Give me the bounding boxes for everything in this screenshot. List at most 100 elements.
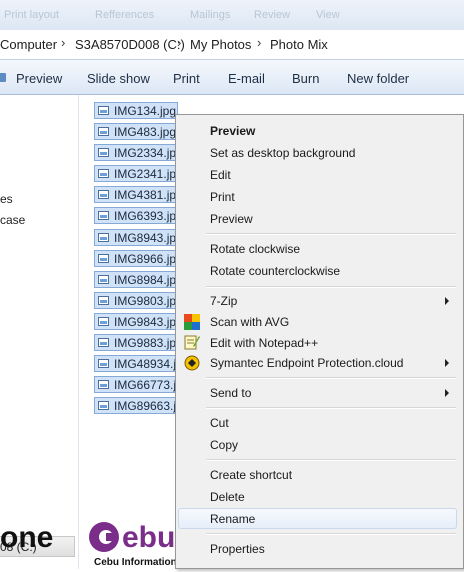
ghost-tab: Print layout	[4, 9, 60, 21]
burn-button[interactable]: Burn	[292, 71, 319, 86]
breadcrumb-drive[interactable]: S3A8570D008 (C:)	[75, 37, 185, 52]
menu-separator	[206, 459, 456, 461]
file-name: IMG8966.jpg	[114, 252, 178, 266]
menu-item-preview-default[interactable]: Preview	[210, 124, 255, 138]
file-item[interactable]: IMG8984.jpg	[94, 271, 178, 288]
file-item[interactable]: IMG2334.jpg	[94, 144, 178, 161]
menu-item-rename[interactable]: Rename	[210, 512, 255, 526]
menu-item-create-shortcut[interactable]: Create shortcut	[210, 468, 292, 482]
file-name: IMG8943.jpg	[114, 231, 178, 245]
preview-button[interactable]: Preview	[16, 71, 62, 86]
image-file-icon	[98, 190, 109, 199]
ghost-tab: Mailings	[190, 9, 231, 21]
menu-item-delete[interactable]: Delete	[210, 490, 245, 504]
avg-icon	[184, 314, 200, 330]
address-bar[interactable]: Computer › S3A8570D008 (C:) › My Photos …	[0, 30, 464, 60]
file-name: IMG6393.jpg	[114, 209, 178, 223]
file-item[interactable]: IMG9883.jpg	[94, 334, 178, 351]
menu-item-symantec-endpoint-protection[interactable]: Symantec Endpoint Protection.cloud	[210, 356, 403, 370]
menu-item-preview[interactable]: Preview	[210, 212, 253, 226]
file-item[interactable]: IMG2341.jpg	[94, 165, 178, 182]
file-item[interactable]: IMG9843.jpg	[94, 313, 178, 330]
menu-item-print[interactable]: Print	[210, 190, 235, 204]
file-name: IMG48934.jpg	[114, 357, 177, 371]
menu-item-7zip[interactable]: 7-Zip	[210, 294, 237, 308]
file-name: IMG134.jpg	[114, 104, 177, 118]
menu-separator	[206, 533, 456, 535]
menu-item-edit-with-notepad-plus-plus[interactable]: Edit with Notepad++	[210, 336, 318, 350]
navigation-pane[interactable]: es case 08 (C:)	[0, 95, 79, 569]
menu-item-copy[interactable]: Copy	[210, 438, 238, 452]
email-button[interactable]: E-mail	[228, 71, 265, 86]
menu-item-set-desktop-background[interactable]: Set as desktop background	[210, 146, 355, 160]
file-item[interactable]: IMG66773.jpg	[94, 376, 178, 393]
image-file-icon	[98, 380, 109, 389]
menu-separator	[206, 407, 456, 409]
file-item[interactable]: IMG8966.jpg	[94, 250, 178, 267]
file-name: IMG9883.jpg	[114, 336, 178, 350]
image-file-icon	[98, 127, 109, 136]
breadcrumb-computer[interactable]: Computer	[0, 37, 57, 52]
breadcrumb-chevron-icon[interactable]: ›	[61, 35, 65, 50]
file-item[interactable]: IMG89663.jpg	[94, 397, 178, 414]
breadcrumb-my-photos[interactable]: My Photos	[190, 37, 251, 52]
slide-show-button[interactable]: Slide show	[87, 71, 150, 86]
ghost-tab: View	[316, 9, 340, 21]
menu-separator	[206, 377, 456, 379]
print-button[interactable]: Print	[173, 71, 200, 86]
menu-item-edit[interactable]: Edit	[210, 168, 231, 182]
file-item[interactable]: IMG8943.jpg	[94, 229, 178, 246]
command-bar: Preview Slide show Print E-mail Burn New…	[0, 60, 464, 95]
file-item[interactable]: IMG6393.jpg	[94, 207, 178, 224]
file-name: IMG66773.jpg	[114, 378, 177, 392]
breadcrumb-chevron-icon[interactable]: ›	[257, 35, 261, 50]
menu-separator	[206, 286, 456, 288]
nav-item[interactable]: es	[0, 192, 13, 206]
image-file-icon	[98, 317, 109, 326]
file-name: IMG2341.jpg	[114, 167, 178, 181]
file-item[interactable]: IMG483.jpg	[94, 123, 178, 140]
ribbon-remnant: Print layout Refferences Mailings Review…	[0, 0, 464, 31]
file-item[interactable]: IMG9803.jpg	[94, 292, 178, 309]
file-name: IMG9803.jpg	[114, 294, 178, 308]
image-file-icon	[98, 233, 109, 242]
menu-item-rotate-clockwise[interactable]: Rotate clockwise	[210, 242, 300, 256]
image-file-icon	[98, 296, 109, 305]
file-item[interactable]: IMG48934.jpg	[94, 355, 178, 372]
symantec-icon	[184, 355, 200, 371]
menu-item-cut[interactable]: Cut	[210, 416, 229, 430]
file-name: IMG8984.jpg	[114, 273, 178, 287]
menu-separator	[206, 233, 456, 235]
nav-item[interactable]: case	[0, 213, 25, 227]
notepad-plus-plus-icon	[184, 335, 200, 350]
breadcrumb-chevron-icon[interactable]: ›	[177, 35, 181, 50]
image-file-icon	[98, 401, 109, 410]
image-file-icon	[98, 254, 109, 263]
file-name: IMG483.jpg	[114, 125, 177, 139]
ghost-tab: Review	[254, 9, 291, 21]
file-name: IMG2334.jpg	[114, 146, 178, 160]
breadcrumb-photo-mix[interactable]: Photo Mix	[270, 37, 328, 52]
image-file-icon	[98, 338, 109, 347]
file-name: IMG89663.jpg	[114, 399, 177, 413]
submenu-arrow-icon	[445, 359, 449, 367]
preview-icon[interactable]	[0, 73, 6, 82]
menu-item-properties[interactable]: Properties	[210, 542, 265, 556]
file-item[interactable]: IMG4381.jpg	[94, 186, 178, 203]
logo-text-left: one	[0, 521, 53, 554]
submenu-arrow-icon	[445, 389, 449, 397]
file-name: IMG4381.jpg	[114, 188, 178, 202]
watermark-logo: one ebu Cebu Information & Guide	[0, 519, 218, 569]
image-file-icon	[98, 211, 109, 220]
file-item[interactable]: IMG134.jpg	[94, 102, 178, 119]
ghost-tab: Refferences	[95, 9, 155, 21]
file-name: IMG9843.jpg	[114, 315, 178, 329]
menu-item-rotate-counterclockwise[interactable]: Rotate counterclockwise	[210, 264, 340, 278]
image-file-icon	[98, 148, 109, 157]
context-menu: Preview Set as desktop background Edit P…	[175, 114, 464, 569]
new-folder-button[interactable]: New folder	[347, 71, 409, 86]
menu-item-send-to[interactable]: Send to	[210, 386, 251, 400]
menu-item-scan-with-avg[interactable]: Scan with AVG	[210, 315, 289, 329]
image-file-icon	[98, 106, 109, 115]
image-file-icon	[98, 359, 109, 368]
